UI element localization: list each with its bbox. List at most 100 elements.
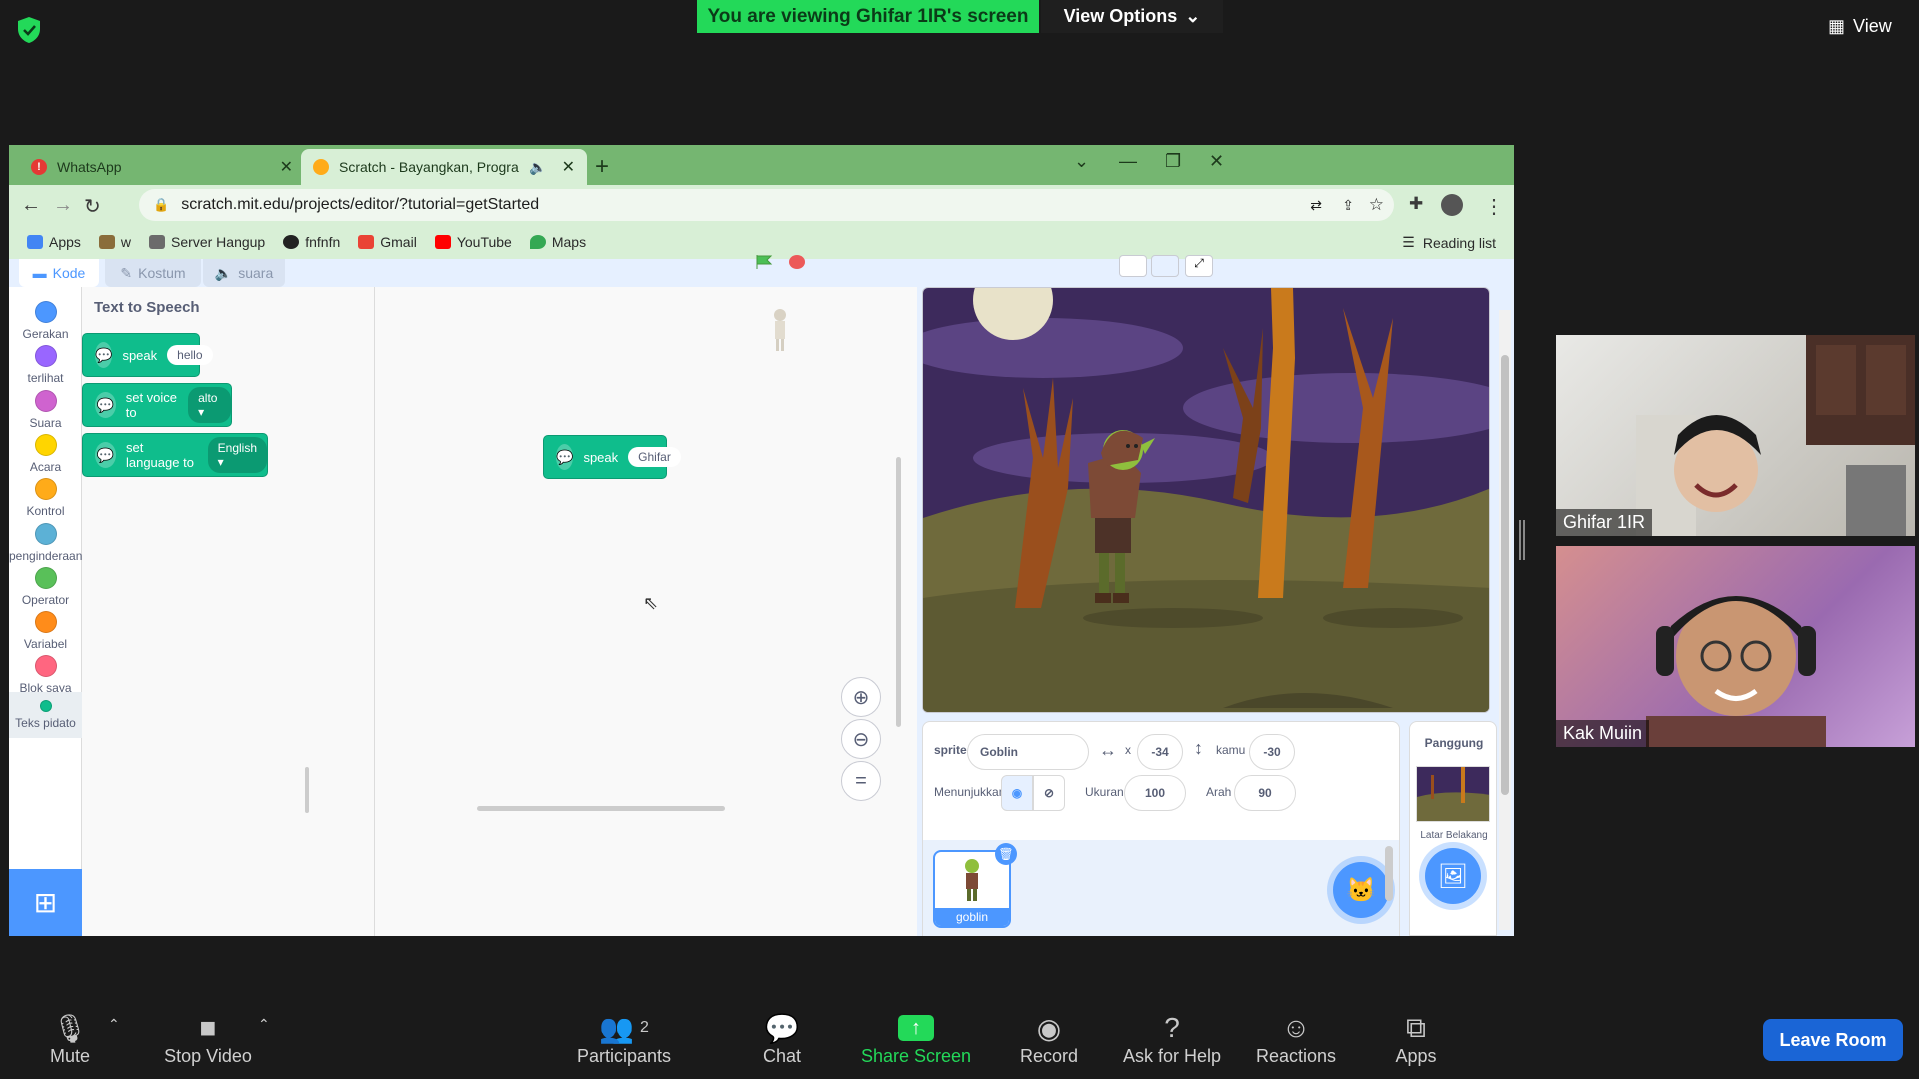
reset-icon: = bbox=[855, 769, 867, 792]
ask-for-help-button[interactable]: ? Ask for Help bbox=[1120, 1010, 1224, 1067]
category-acara[interactable]: Acara bbox=[9, 433, 82, 474]
fullscreen-icon[interactable]: ⤢ bbox=[1185, 255, 1213, 277]
tab-whatsapp[interactable]: ! WhatsApp ✕ bbox=[19, 149, 305, 185]
url-bar[interactable]: 🔒 scratch.mit.edu/projects/editor/?tutor… bbox=[139, 189, 1394, 221]
video-options-chevron-icon[interactable]: ⌃ bbox=[258, 1016, 270, 1033]
tab-scratch[interactable]: Scratch - Bayangkan, Progran 🔈 ✕ bbox=[301, 149, 587, 185]
menu-icon[interactable]: ⋮ bbox=[1484, 194, 1504, 219]
y-input[interactable]: -30 bbox=[1249, 734, 1295, 770]
page-scrollbar-thumb[interactable] bbox=[1501, 355, 1509, 795]
resize-handle[interactable] bbox=[1519, 520, 1525, 560]
category-operator[interactable]: Operator bbox=[9, 566, 82, 607]
speaker-icon[interactable]: 🔈 bbox=[529, 159, 546, 176]
page-scrollbar[interactable] bbox=[1499, 310, 1511, 930]
chat-button[interactable]: 💬 Chat bbox=[756, 1010, 808, 1067]
participant-video-muiin: Kak Muiin bbox=[1556, 546, 1915, 747]
participants-button[interactable]: 👥 2 Participants bbox=[572, 1010, 676, 1067]
y-arrows-icon: ↕ bbox=[1194, 738, 1203, 758]
workspace-scrollbar-v[interactable] bbox=[896, 457, 901, 727]
stop-icon[interactable] bbox=[789, 255, 805, 269]
close-icon[interactable]: ✕ bbox=[280, 157, 293, 177]
zoom-out-button[interactable]: ⊖ bbox=[841, 719, 881, 759]
view-options-button[interactable]: View Options ⌄ bbox=[1041, 0, 1223, 33]
code-workspace[interactable]: 💬 speak Ghifar ⇖ ⊕ ⊖ = bbox=[375, 287, 917, 936]
voice-dropdown[interactable]: alto ▾ bbox=[188, 387, 231, 423]
view-button[interactable]: ▦ View bbox=[1828, 12, 1904, 40]
show-visible-button[interactable]: ◉ bbox=[1001, 775, 1033, 811]
audio-options-chevron-icon[interactable]: ⌃ bbox=[108, 1016, 120, 1033]
show-hidden-button[interactable]: ⊘ bbox=[1033, 775, 1065, 811]
language-dropdown[interactable]: English ▾ bbox=[207, 437, 267, 473]
back-icon[interactable]: ← bbox=[21, 194, 41, 217]
workspace-speak-block[interactable]: 💬 speak Ghifar bbox=[543, 435, 681, 479]
bookmark-fnfnfn[interactable]: fnfnfn bbox=[283, 234, 340, 250]
tab-code[interactable]: ▬ Kode bbox=[19, 259, 99, 287]
size-input[interactable]: 100 bbox=[1124, 775, 1186, 811]
palette-scrollbar[interactable] bbox=[305, 767, 309, 813]
category-variabel[interactable]: Variabel bbox=[9, 611, 82, 651]
choose-sprite-button[interactable]: 🐱 bbox=[1333, 862, 1389, 918]
category-blok-saya[interactable]: Blok saya bbox=[9, 655, 82, 695]
block-input[interactable]: hello bbox=[167, 345, 213, 365]
category-terlihat[interactable]: terlihat bbox=[9, 345, 82, 385]
tab-sounds[interactable]: 🔈 suara bbox=[203, 259, 285, 287]
close-window-icon[interactable]: ✕ bbox=[1209, 151, 1224, 172]
bookmark-server-hangup[interactable]: Server Hangup bbox=[149, 234, 265, 250]
zoom-reset-button[interactable]: = bbox=[841, 761, 881, 801]
reactions-button[interactable]: ☺ Reactions bbox=[1252, 1010, 1340, 1067]
green-flag-icon[interactable] bbox=[755, 255, 773, 269]
apps-button[interactable]: ⧉ Apps bbox=[1390, 1010, 1442, 1067]
category-penginderaan[interactable]: penginderaan bbox=[9, 522, 82, 563]
close-icon[interactable]: ✕ bbox=[562, 157, 575, 177]
sprite-name-input[interactable]: Goblin bbox=[967, 734, 1089, 770]
reload-icon[interactable]: ↻ bbox=[84, 194, 101, 219]
set-voice-block[interactable]: 💬 set voice to alto ▾ bbox=[82, 383, 232, 427]
large-stage-icon[interactable] bbox=[1151, 255, 1179, 277]
stage-selector-pane[interactable]: Panggung Latar Belakang 🖼 bbox=[1409, 721, 1497, 936]
workspace-scrollbar-h[interactable] bbox=[477, 806, 725, 811]
stage[interactable] bbox=[922, 287, 1490, 713]
speech-icon: 💬 bbox=[95, 392, 116, 418]
block-input[interactable]: Ghifar bbox=[628, 447, 681, 467]
category-gerakan[interactable]: Gerakan bbox=[9, 301, 82, 341]
set-language-block[interactable]: 💬 set language to English ▾ bbox=[82, 433, 268, 477]
stage-scene bbox=[923, 288, 1489, 712]
minimize-icon[interactable]: — bbox=[1119, 151, 1137, 172]
bookmark-apps[interactable]: Apps bbox=[27, 234, 81, 250]
speak-block[interactable]: 💬 speak hello bbox=[82, 333, 213, 377]
x-input[interactable]: -34 bbox=[1137, 734, 1183, 770]
stop-video-button[interactable]: ■ Stop Video bbox=[158, 1010, 258, 1067]
sprite-list-scrollbar[interactable] bbox=[1385, 846, 1393, 901]
reading-list-button[interactable]: ☰ Reading list bbox=[1402, 234, 1496, 251]
extensions-icon[interactable]: ✚ bbox=[1409, 194, 1423, 214]
add-extension-button[interactable]: ⊞ bbox=[9, 869, 82, 936]
bookmark-gmail[interactable]: Gmail bbox=[358, 234, 417, 250]
category-suara[interactable]: Suara bbox=[9, 389, 82, 430]
bookmark-maps[interactable]: Maps bbox=[529, 234, 586, 250]
forward-icon[interactable]: → bbox=[53, 194, 73, 217]
category-kontrol[interactable]: Kontrol bbox=[9, 478, 82, 518]
leave-room-button[interactable]: Leave Room bbox=[1763, 1019, 1903, 1061]
category-teks-pidato[interactable]: Teks pidato bbox=[9, 691, 82, 738]
choose-backdrop-button[interactable]: 🖼 bbox=[1425, 848, 1481, 904]
bookmark-w[interactable]: w bbox=[98, 234, 131, 250]
zoom-in-button[interactable]: ⊕ bbox=[841, 677, 881, 717]
small-stage-icon[interactable] bbox=[1119, 255, 1147, 277]
direction-input[interactable]: 90 bbox=[1234, 775, 1296, 811]
size-label: Ukuran bbox=[1085, 785, 1124, 799]
restore-icon[interactable]: ❐ bbox=[1165, 151, 1181, 172]
share-icon[interactable]: ⇪ bbox=[1342, 197, 1354, 214]
direction-label: Arah bbox=[1206, 785, 1232, 799]
share-screen-button[interactable]: ↑ Share Screen bbox=[860, 1010, 972, 1067]
security-shield-icon[interactable] bbox=[16, 16, 42, 44]
tab-search-icon[interactable]: ⌄ bbox=[1074, 151, 1089, 172]
profile-avatar[interactable] bbox=[1441, 194, 1463, 216]
new-tab-button[interactable]: + bbox=[595, 153, 609, 181]
delete-sprite-icon[interactable]: 🗑 bbox=[995, 843, 1017, 865]
star-icon[interactable]: ☆ bbox=[1369, 195, 1384, 215]
mute-button[interactable]: 🎙 Mute bbox=[40, 1010, 100, 1067]
bookmark-youtube[interactable]: YouTube bbox=[434, 234, 512, 250]
record-button[interactable]: ◉ Record bbox=[1018, 1010, 1080, 1067]
translate-icon[interactable]: ⇄ bbox=[1310, 197, 1322, 214]
tab-costumes[interactable]: ✎ Kostum bbox=[105, 259, 201, 287]
